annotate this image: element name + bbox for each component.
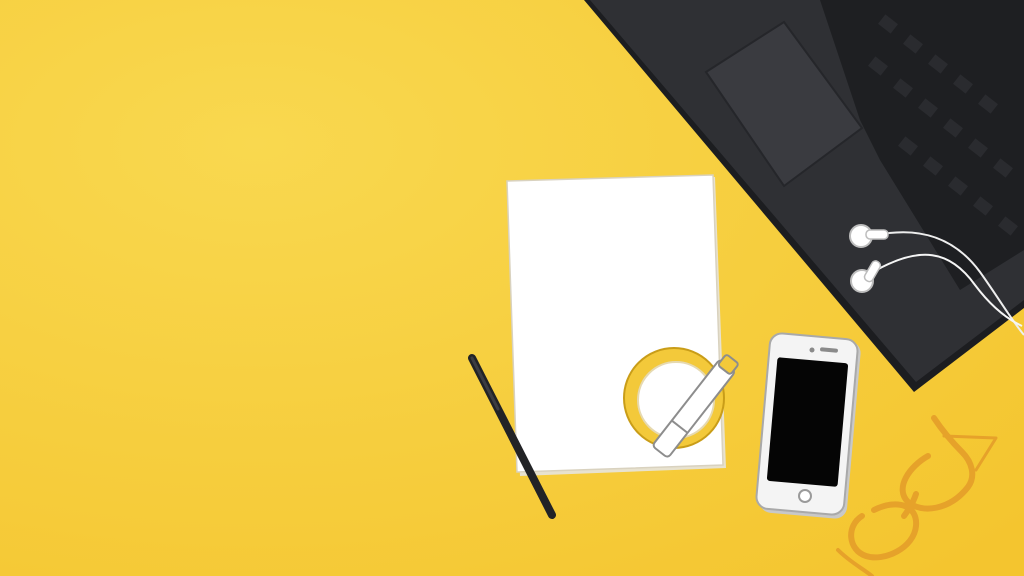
phone-icon <box>755 332 861 519</box>
desk-scene <box>0 0 1024 576</box>
